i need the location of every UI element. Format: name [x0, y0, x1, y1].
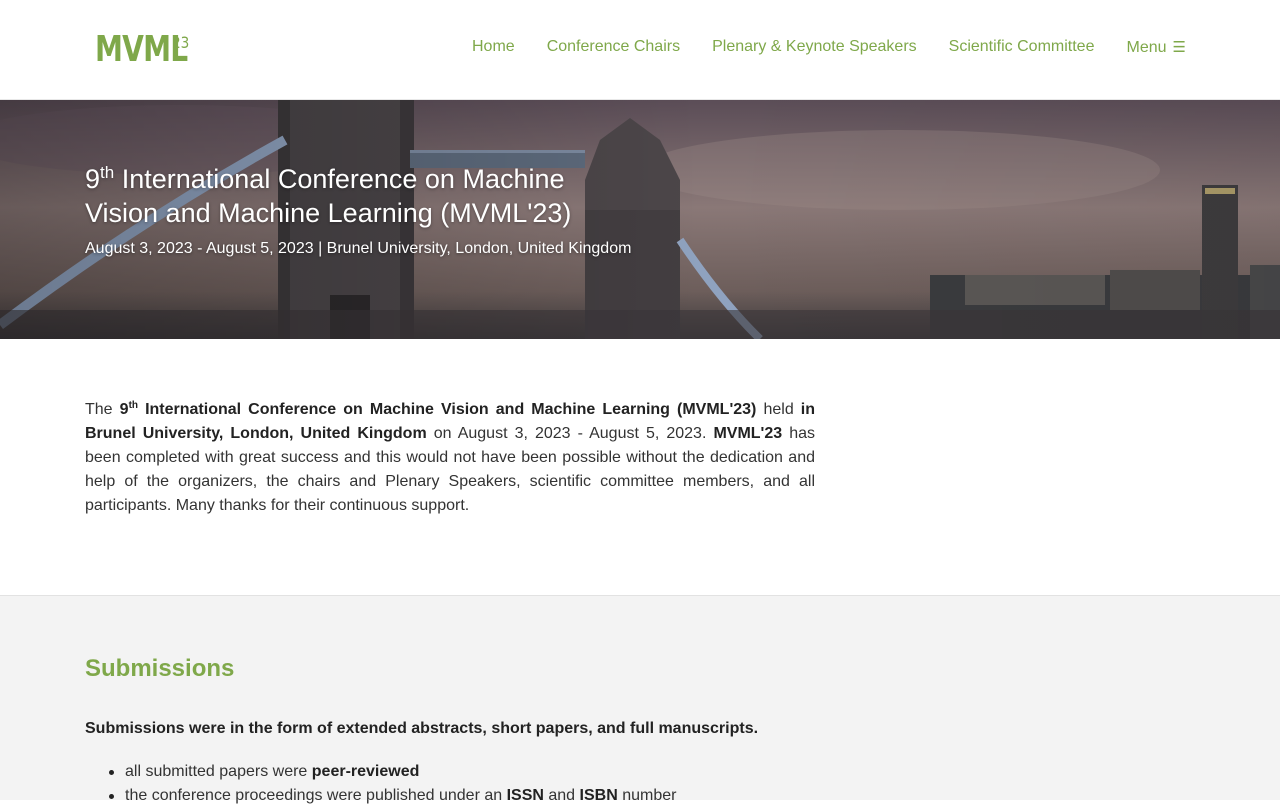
list-item-text: number	[617, 787, 677, 804]
hero-title-text: International Conference on Machine Visi…	[85, 164, 572, 228]
hero-banner: 9th International Conference on Machine …	[0, 100, 1280, 339]
submissions-section: Submissions Submissions were in the form…	[0, 595, 1280, 804]
intro-conf-text: International Conference on Machine Visi…	[138, 401, 757, 418]
list-item: all submitted papers were peer-reviewed	[108, 760, 676, 784]
nav-menu-label: Menu	[1126, 39, 1167, 56]
site-header: MVML 23 Home Conference Chairs Plenary &…	[0, 0, 1280, 100]
main-nav: Home Conference Chairs Plenary & Keynote…	[472, 38, 1186, 57]
hero-subtitle: August 3, 2023 - August 5, 2023 | Brunel…	[85, 240, 632, 257]
logo-superscript: 23	[172, 33, 190, 52]
list-item-emphasis: ISSN	[506, 787, 544, 804]
list-item-text: and	[543, 787, 580, 804]
nav-conference-chairs[interactable]: Conference Chairs	[547, 38, 680, 57]
intro-acronym: MVML'23	[713, 425, 783, 442]
nav-scientific-committee[interactable]: Scientific Committee	[949, 38, 1095, 57]
list-item-emphasis: ISBN	[579, 787, 618, 804]
hero-title-number: 9	[85, 164, 101, 194]
list-item-text: all submitted papers were	[125, 763, 312, 780]
nav-menu[interactable]: Menu ☰	[1126, 38, 1185, 57]
submissions-lead: Submissions were in the form of extended…	[85, 720, 759, 737]
list-item-text: the conference proceedings were publishe…	[125, 787, 507, 804]
intro-text-1: The	[85, 401, 120, 418]
intro-paragraph: The 9th International Conference on Mach…	[85, 398, 815, 518]
submissions-list: all submitted papers were peer-reviewed …	[108, 760, 677, 808]
list-item: the conference proceedings were publishe…	[108, 784, 677, 808]
hamburger-icon: ☰	[1172, 39, 1186, 56]
intro-conf-number: 9	[119, 401, 129, 418]
site-logo[interactable]: MVML 23	[95, 30, 213, 70]
intro-conf-ordinal: th	[128, 400, 139, 411]
nav-home[interactable]: Home	[472, 38, 515, 57]
submissions-title: Submissions	[85, 655, 235, 682]
intro-conference-name: 9th International Conference on Machine …	[119, 400, 757, 419]
nav-plenary-keynote-speakers[interactable]: Plenary & Keynote Speakers	[712, 38, 917, 57]
list-item-emphasis: peer-reviewed	[311, 763, 420, 780]
intro-text-2: held	[756, 401, 801, 418]
intro-text-3: on August 3, 2023 - August 5, 2023.	[426, 425, 714, 442]
hero-title: 9th International Conference on Machine …	[85, 162, 625, 230]
hero-title-ordinal: th	[100, 163, 115, 182]
